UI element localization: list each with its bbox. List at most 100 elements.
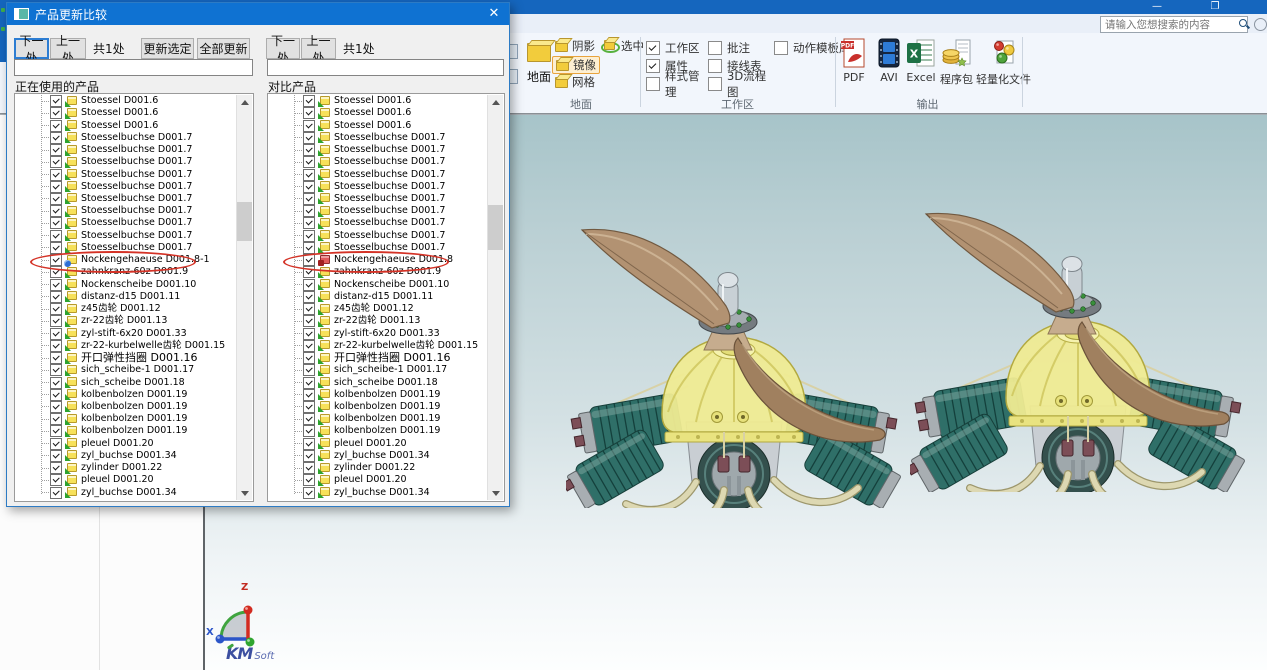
item-checkbox[interactable] [303, 474, 315, 486]
list-item[interactable]: distanz-d15 D001.11 [16, 291, 236, 303]
item-checkbox[interactable] [303, 291, 315, 303]
ribbon-button-shadow[interactable]: 阴影 [552, 38, 598, 54]
list-item[interactable]: zr-22齿轮 D001.13 [16, 315, 236, 327]
item-checkbox[interactable] [50, 144, 62, 156]
item-checkbox[interactable] [303, 352, 315, 364]
item-checkbox[interactable] [50, 474, 62, 486]
item-checkbox[interactable] [303, 193, 315, 205]
item-checkbox[interactable] [50, 254, 62, 266]
list-item[interactable]: z45齿轮 D001.12 [269, 303, 487, 315]
item-checkbox[interactable] [50, 438, 62, 450]
export-excel-button[interactable]: X Excel [906, 38, 936, 84]
item-checkbox[interactable] [50, 132, 62, 144]
list-item[interactable]: Stoesselbuchse D001.7 [16, 144, 236, 156]
scroll-down-button[interactable] [488, 485, 503, 500]
item-checkbox[interactable] [303, 462, 315, 474]
ground-big-button[interactable]: 地面 [522, 35, 556, 99]
list-item[interactable]: pleuel D001.20 [269, 474, 487, 486]
item-checkbox[interactable] [50, 352, 62, 364]
item-checkbox[interactable] [50, 156, 62, 168]
list-item[interactable]: Stoesselbuchse D001.7 [16, 132, 236, 144]
item-checkbox[interactable] [303, 132, 315, 144]
list-item[interactable]: Stoesselbuchse D001.7 [16, 242, 236, 254]
item-checkbox[interactable] [303, 254, 315, 266]
list-item[interactable]: Nockengehaeuse D001.8 [269, 254, 487, 266]
list-item[interactable]: sich_scheibe-1 D001.17 [16, 364, 236, 376]
item-checkbox[interactable] [303, 217, 315, 229]
export-avi-button[interactable]: AVI [876, 38, 902, 84]
item-checkbox[interactable] [303, 279, 315, 291]
item-checkbox[interactable] [50, 242, 62, 254]
item-checkbox[interactable] [303, 401, 315, 413]
list-item[interactable]: kolbenbolzen D001.19 [269, 425, 487, 437]
item-checkbox[interactable] [303, 242, 315, 254]
item-checkbox[interactable] [50, 303, 62, 315]
right-next-button[interactable]: 下一处 [266, 38, 300, 59]
list-item[interactable]: zyl-stift-6x20 D001.33 [16, 327, 236, 339]
dialog-titlebar[interactable]: 产品更新比较 [7, 3, 509, 25]
item-checkbox[interactable] [50, 279, 62, 291]
item-checkbox[interactable] [50, 181, 62, 193]
item-checkbox[interactable] [50, 462, 62, 474]
right-filter-input[interactable] [267, 59, 504, 76]
item-checkbox[interactable] [303, 156, 315, 168]
item-checkbox[interactable] [303, 230, 315, 242]
list-item[interactable]: zr-22齿轮 D001.13 [269, 315, 487, 327]
scroll-up-button[interactable] [488, 95, 503, 110]
list-item[interactable]: Stoesselbuchse D001.7 [269, 230, 487, 242]
list-item[interactable]: Stoesselbuchse D001.7 [16, 217, 236, 229]
list-item[interactable]: Stoesselbuchse D001.7 [16, 230, 236, 242]
global-search-box[interactable] [1100, 16, 1248, 33]
list-item[interactable]: sich_scheibe D001.18 [16, 376, 236, 388]
item-checkbox[interactable] [303, 425, 315, 437]
search-icon[interactable] [1239, 19, 1244, 30]
list-item[interactable]: zyl-stift-6x20 D001.33 [269, 327, 487, 339]
ribbon-checkbox[interactable]: 批注 [708, 40, 774, 56]
list-item[interactable]: zylinder D001.22 [16, 462, 236, 474]
item-checkbox[interactable] [303, 315, 315, 327]
engine-model-right[interactable] [910, 200, 1246, 492]
item-checkbox[interactable] [50, 328, 62, 340]
item-checkbox[interactable] [50, 205, 62, 217]
item-checkbox[interactable] [50, 364, 62, 376]
list-item[interactable]: Stoesselbuchse D001.7 [16, 205, 236, 217]
item-checkbox[interactable] [50, 413, 62, 425]
list-item[interactable]: Stoessel D001.6 [269, 95, 487, 107]
list-item[interactable]: Nockenscheibe D001.10 [269, 279, 487, 291]
list-item[interactable]: 开口弹性挡圈 D001.16 [269, 352, 487, 364]
list-item[interactable]: kolbenbolzen D001.19 [269, 413, 487, 425]
item-checkbox[interactable] [303, 107, 315, 119]
item-checkbox[interactable] [303, 181, 315, 193]
list-item[interactable]: Stoesselbuchse D001.7 [269, 242, 487, 254]
maximize-button[interactable]: ❐ [1202, 0, 1228, 14]
item-checkbox[interactable] [50, 401, 62, 413]
item-checkbox[interactable] [303, 328, 315, 340]
item-checkbox[interactable] [303, 377, 315, 389]
item-checkbox[interactable] [303, 389, 315, 401]
scroll-up-button[interactable] [237, 95, 252, 110]
list-item[interactable]: Stoessel D001.6 [269, 119, 487, 131]
scrollbar-thumb[interactable] [237, 202, 252, 241]
list-item[interactable]: Nockenscheibe D001.10 [16, 279, 236, 291]
list-item[interactable]: Stoesselbuchse D001.7 [269, 168, 487, 180]
list-item[interactable]: Stoessel D001.6 [16, 107, 236, 119]
item-checkbox[interactable] [303, 340, 315, 352]
list-item[interactable]: zylinder D001.22 [269, 462, 487, 474]
list-item[interactable]: sich_scheibe D001.18 [269, 376, 487, 388]
list-item[interactable]: distanz-d15 D001.11 [269, 291, 487, 303]
item-checkbox[interactable] [303, 303, 315, 315]
item-checkbox[interactable] [50, 340, 62, 352]
item-checkbox[interactable] [50, 291, 62, 303]
item-checkbox[interactable] [50, 266, 62, 278]
right-prev-button[interactable]: 上一处 [301, 38, 336, 59]
search-input[interactable] [1101, 19, 1239, 31]
item-checkbox[interactable] [50, 450, 62, 462]
list-item[interactable]: zahnkranz-60z D001.9 [269, 266, 487, 278]
item-checkbox[interactable] [50, 193, 62, 205]
list-item[interactable]: kolbenbolzen D001.19 [16, 401, 236, 413]
item-checkbox[interactable] [303, 169, 315, 181]
left-prev-button[interactable]: 上一处 [50, 38, 86, 59]
item-checkbox[interactable] [50, 230, 62, 242]
list-item[interactable]: kolbenbolzen D001.19 [269, 389, 487, 401]
list-item[interactable]: sich_scheibe-1 D001.17 [269, 364, 487, 376]
